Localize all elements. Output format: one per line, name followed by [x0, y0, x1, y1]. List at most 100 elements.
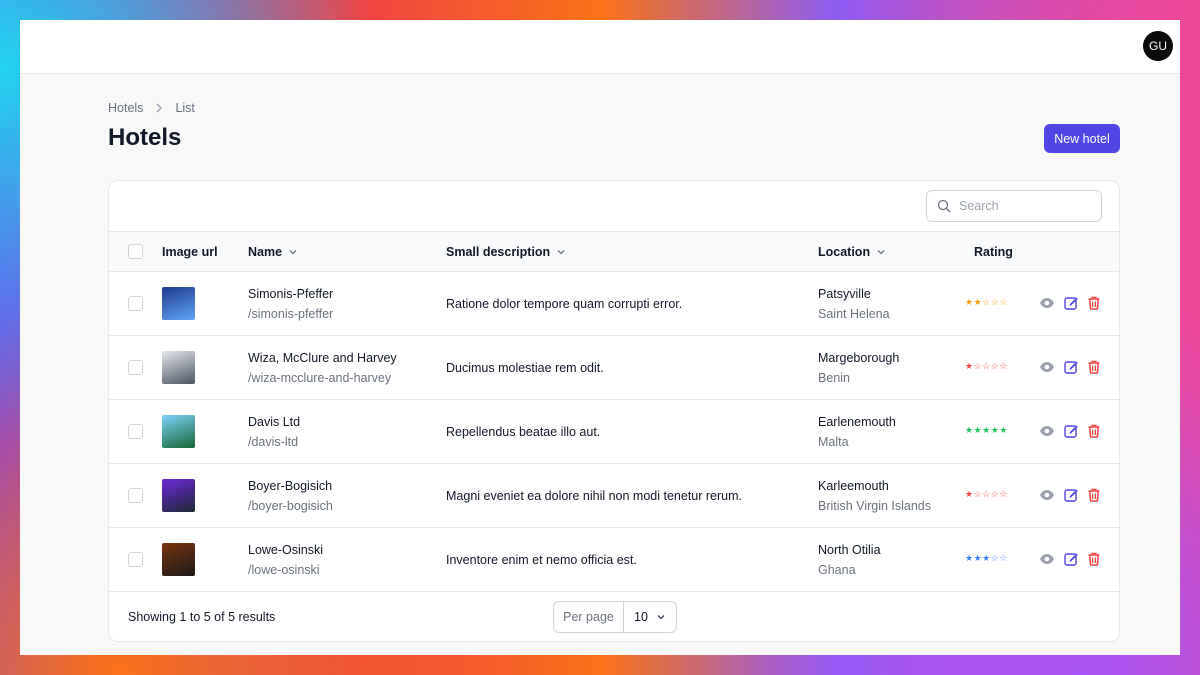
column-image-url-label: Image url	[162, 245, 218, 259]
hotel-thumbnail	[162, 415, 195, 448]
view-button[interactable]	[1039, 423, 1055, 439]
rating-stars: ★★☆☆☆	[965, 297, 1008, 308]
star-filled-icon: ★	[973, 425, 983, 435]
table-row[interactable]: Simonis-Pfeffer/simonis-pfeffer Ratione d…	[109, 272, 1119, 336]
column-name[interactable]: Name	[248, 245, 298, 259]
column-description-label: Small description	[446, 245, 551, 259]
table-row[interactable]: Davis Ltd/davis-ltd Repellendus beatae il…	[109, 400, 1119, 464]
new-hotel-button[interactable]: New hotel	[1044, 124, 1120, 153]
breadcrumb: Hotels List	[108, 101, 195, 115]
hotel-slug: /boyer-bogisich	[248, 499, 333, 513]
view-button[interactable]	[1039, 487, 1055, 503]
delete-button[interactable]	[1086, 423, 1102, 439]
avatar[interactable]: GU	[1143, 31, 1173, 61]
hotel-city: Patsyville	[818, 287, 871, 301]
column-small-description[interactable]: Small description	[446, 245, 566, 259]
star-empty-icon: ☆	[973, 489, 983, 499]
breadcrumb-list: List	[175, 101, 195, 115]
hotel-city: Karleemouth	[818, 479, 889, 493]
hotel-thumbnail	[162, 287, 195, 320]
column-rating-label: Rating	[974, 245, 1013, 259]
breadcrumb-hotels[interactable]: Hotels	[108, 101, 143, 115]
row-checkbox[interactable]	[128, 552, 143, 567]
hotel-slug: /davis-ltd	[248, 435, 299, 449]
edit-button[interactable]	[1063, 423, 1079, 439]
row-checkbox[interactable]	[128, 296, 143, 311]
chevron-down-icon	[657, 615, 665, 620]
star-filled-icon: ★	[999, 425, 1008, 435]
hotel-country: British Virgin Islands	[818, 499, 932, 513]
star-filled-icon: ★	[982, 553, 991, 563]
star-filled-icon: ★	[965, 297, 974, 307]
chevron-down-icon	[557, 250, 565, 255]
search-input[interactable]	[959, 199, 1089, 213]
star-empty-icon: ☆	[999, 361, 1008, 371]
hotel-city: North Otilia	[818, 543, 881, 557]
table-row[interactable]: Wiza, McClure and Harvey/wiza-mcclure-an…	[109, 336, 1119, 400]
view-button[interactable]	[1039, 551, 1055, 567]
star-filled-icon: ★	[973, 297, 983, 307]
delete-button[interactable]	[1086, 487, 1102, 503]
view-button[interactable]	[1039, 359, 1055, 375]
star-filled-icon: ★	[965, 425, 974, 435]
star-filled-icon: ★	[982, 425, 991, 435]
star-empty-icon: ☆	[999, 553, 1008, 563]
results-summary: Showing 1 to 5 of 5 results	[128, 610, 276, 624]
hotel-slug: /lowe-osinski	[248, 563, 320, 577]
edit-button[interactable]	[1063, 487, 1079, 503]
hotel-name: Simonis-Pfeffer	[248, 287, 334, 301]
row-checkbox[interactable]	[128, 488, 143, 503]
per-page-control[interactable]: Per page 10	[553, 601, 677, 633]
star-empty-icon: ☆	[973, 361, 983, 371]
hotel-thumbnail	[162, 479, 195, 512]
star-filled-icon: ★	[973, 553, 983, 563]
delete-button[interactable]	[1086, 551, 1102, 567]
per-page-label: Per page	[554, 602, 624, 632]
star-empty-icon: ☆	[999, 489, 1008, 499]
row-checkbox[interactable]	[128, 424, 143, 439]
hotel-name: Lowe-Osinski	[248, 543, 324, 557]
table-header: Image url Name Small description Locatio…	[109, 231, 1119, 272]
table-row[interactable]: Lowe-Osinski/lowe-osinski Inventore enim …	[109, 528, 1119, 592]
hotel-description: Inventore enim et nemo officia est.	[446, 553, 637, 567]
star-filled-icon: ★	[965, 553, 974, 563]
edit-button[interactable]	[1063, 359, 1079, 375]
column-location[interactable]: Location	[818, 245, 886, 259]
app-window: GU Hotels List Hotels New hotel Image ur…	[20, 20, 1180, 655]
hotel-city: Margeborough	[818, 351, 900, 365]
hotel-slug: /wiza-mcclure-and-harvey	[248, 371, 392, 385]
delete-button[interactable]	[1086, 295, 1102, 311]
search-box[interactable]	[926, 190, 1102, 222]
star-filled-icon: ★	[965, 361, 974, 371]
rating-stars: ★☆☆☆☆	[965, 361, 1008, 372]
edit-button[interactable]	[1063, 551, 1079, 567]
table-footer: Showing 1 to 5 of 5 results Per page 10	[109, 592, 1119, 641]
hotel-name: Wiza, McClure and Harvey	[248, 351, 397, 365]
delete-button[interactable]	[1086, 359, 1102, 375]
chevron-down-icon	[877, 250, 885, 255]
column-location-label: Location	[818, 245, 871, 259]
hotel-country: Saint Helena	[818, 307, 890, 321]
hotel-description: Ratione dolor tempore quam corrupti erro…	[446, 297, 683, 311]
hotel-thumbnail	[162, 351, 195, 384]
star-filled-icon: ★	[965, 489, 974, 499]
select-all-checkbox[interactable]	[128, 244, 143, 259]
view-button[interactable]	[1039, 295, 1055, 311]
edit-button[interactable]	[1063, 295, 1079, 311]
chevron-down-icon	[289, 250, 297, 255]
per-page-select[interactable]: 10	[624, 602, 676, 632]
row-checkbox[interactable]	[128, 360, 143, 375]
hotel-country: Ghana	[818, 563, 856, 577]
hotel-country: Benin	[818, 371, 850, 385]
rating-stars: ★★★★★	[965, 425, 1008, 436]
column-image-url: Image url	[162, 245, 218, 259]
per-page-value: 10	[634, 610, 648, 624]
table-row[interactable]: Boyer-Bogisich/boyer-bogisich Magni eveni…	[109, 464, 1119, 528]
hotel-country: Malta	[818, 435, 849, 449]
hotel-city: Earlenemouth	[818, 415, 896, 429]
rating-stars: ★★★☆☆	[965, 553, 1008, 564]
hotel-thumbnail	[162, 543, 195, 576]
hotel-name: Boyer-Bogisich	[248, 479, 333, 493]
hotel-description: Repellendus beatae illo aut.	[446, 425, 601, 439]
star-empty-icon: ☆	[999, 297, 1008, 307]
